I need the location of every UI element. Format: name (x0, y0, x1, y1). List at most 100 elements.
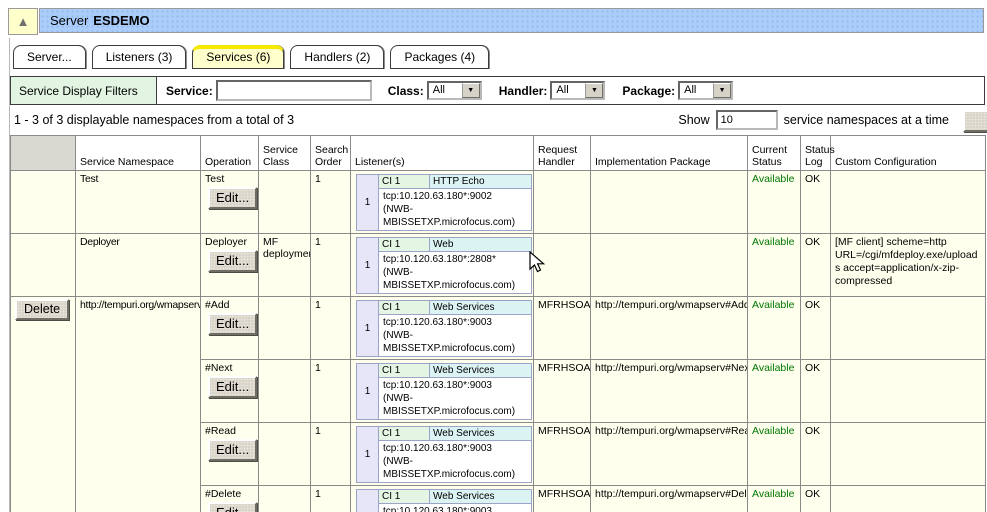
apply-show-button[interactable] (963, 110, 987, 132)
package-label: Package: (622, 84, 675, 98)
delete-namespace-button[interactable]: Delete (15, 299, 69, 320)
class-select[interactable]: All ▼ (427, 81, 482, 100)
implementation-package-cell: http://tempuri.org/wmapserv#Next (591, 360, 748, 423)
service-class-cell: MF deployment (259, 234, 311, 297)
listener-name: Web Services (430, 364, 532, 378)
status-log-cell: OK (801, 234, 831, 297)
tab-handlers[interactable]: Handlers (2) (290, 45, 384, 69)
edit-operation-button[interactable]: Edit... (208, 502, 257, 512)
services-table-wrap: Service Namespace Operation Service Clas… (10, 135, 986, 512)
listener-conversation: CI 1 (379, 301, 430, 315)
listener-conversation: CI 1 (379, 238, 430, 252)
custom-configuration-cell: [MF client] scheme=http URL=/cgi/mfdeplo… (831, 234, 986, 297)
listener-cell: 1 CI 1 Web tcp:10.120.63.180*:2808* (NWB… (351, 234, 534, 297)
listener-index: 1 (357, 427, 379, 483)
listener-address: tcp:10.120.63.180*:9002 (NWB-MBISSETXP.m… (379, 189, 532, 231)
column-header-current-status: Current Status (748, 136, 801, 171)
operation-label: Test (205, 173, 254, 185)
edit-operation-button[interactable]: Edit... (208, 376, 257, 398)
request-handler-cell: MFRHSOAP (534, 423, 591, 486)
services-page: ▲ Server ESDEMO Server... Listeners (3) … (0, 0, 987, 512)
listener-cell: 1 CI 1 Web Services tcp:10.120.63.180*:9… (351, 297, 534, 360)
edit-operation-button[interactable]: Edit... (208, 187, 257, 209)
service-class-cell (259, 423, 311, 486)
namespace-cell: http://tempuri.org/wmapserv (76, 297, 201, 512)
listener-host: (NWB-MBISSETXP.microfocus.com) (383, 266, 527, 292)
namespace-cell: Test (76, 171, 201, 234)
show-group: Show service namespaces at a time (678, 110, 959, 130)
tab-server[interactable]: Server... (13, 45, 86, 69)
action-cell (11, 234, 76, 297)
listener-cell: 1 CI 1 HTTP Echo tcp:10.120.63.180*:9002… (351, 171, 534, 234)
package-select[interactable]: All ▼ (678, 81, 733, 100)
column-header-status-log: Status Log (801, 136, 831, 171)
custom-configuration-cell (831, 297, 986, 360)
listener-endpoint: tcp:10.120.63.180*:9003 (383, 442, 527, 455)
listener-cell: 1 CI 1 Web Services tcp:10.120.63.180*:9… (351, 486, 534, 512)
show-count-input[interactable] (716, 110, 778, 130)
listener-index: 1 (357, 301, 379, 357)
results-summary: 1 - 3 of 3 displayable namespaces from a… (14, 113, 294, 127)
search-order-cell: 1 (311, 234, 351, 297)
tab-bar: Server... Listeners (3) Services (6) Han… (13, 45, 489, 69)
class-select-value: All (429, 83, 462, 98)
column-header-operation: Operation (201, 136, 259, 171)
implementation-package-cell (591, 234, 748, 297)
dropdown-arrow-icon: ▼ (462, 83, 480, 98)
custom-configuration-cell (831, 171, 986, 234)
column-header-request-handler: Request Handler (534, 136, 591, 171)
search-order-cell: 1 (311, 360, 351, 423)
tab-services[interactable]: Services (6) (192, 45, 284, 69)
listener-cell: 1 CI 1 Web Services tcp:10.120.63.180*:9… (351, 360, 534, 423)
handler-label: Handler: (499, 84, 548, 98)
operation-cell: #Delete Edit... (201, 486, 259, 512)
search-order-cell: 1 (311, 297, 351, 360)
listener-host: (NWB-MBISSETXP.microfocus.com) (383, 392, 527, 418)
listener-address: tcp:10.120.63.180*:9003 (NWB-MBISSETXP.m… (379, 504, 532, 512)
operation-label: #Add (205, 299, 254, 311)
operation-label: Deployer (205, 236, 254, 248)
server-title-prefix: Server (50, 13, 88, 28)
service-class-cell (259, 297, 311, 360)
column-header-custom-configuration: Custom Configuration (831, 136, 986, 171)
listener-conversation: CI 1 (379, 427, 430, 441)
service-filter-input[interactable] (216, 80, 372, 101)
listener-summary: 1 CI 1 Web Services tcp:10.120.63.180*:9… (356, 426, 532, 483)
listener-summary: 1 CI 1 Web Services tcp:10.120.63.180*:9… (356, 300, 532, 357)
listener-conversation: CI 1 (379, 175, 430, 189)
listener-name: HTTP Echo (430, 175, 532, 189)
operation-cell: #Next Edit... (201, 360, 259, 423)
edit-operation-button[interactable]: Edit... (208, 439, 257, 461)
listener-endpoint: tcp:10.120.63.180*:2808* (383, 253, 527, 266)
listener-index: 1 (357, 364, 379, 420)
namespace-cell: Deployer (76, 234, 201, 297)
implementation-package-cell: http://tempuri.org/wmapserv#Read (591, 423, 748, 486)
listener-host: (NWB-MBISSETXP.microfocus.com) (383, 455, 527, 481)
column-header-actions (11, 136, 76, 171)
implementation-package-cell: http://tempuri.org/wmapserv#Add (591, 297, 748, 360)
operation-label: #Next (205, 362, 254, 374)
search-order-cell: 1 (311, 171, 351, 234)
edit-operation-button[interactable]: Edit... (208, 250, 257, 272)
tab-listeners[interactable]: Listeners (3) (92, 45, 187, 69)
listener-summary: 1 CI 1 Web Services tcp:10.120.63.180*:9… (356, 489, 532, 512)
column-header-service-class: Service Class (259, 136, 311, 171)
implementation-package-cell (591, 171, 748, 234)
request-handler-cell: MFRHSOAP (534, 486, 591, 512)
current-status-cell: Available (748, 297, 801, 360)
request-handler-cell (534, 171, 591, 234)
column-header-listeners: Listener(s) (351, 136, 534, 171)
service-label: Service: (166, 84, 213, 98)
listener-name: Web Services (430, 427, 532, 441)
handler-select-value: All (552, 83, 585, 98)
current-status-cell: Available (748, 423, 801, 486)
tab-packages[interactable]: Packages (4) (390, 45, 489, 69)
listener-address: tcp:10.120.63.180*:9003 (NWB-MBISSETXP.m… (379, 441, 532, 483)
edit-operation-button[interactable]: Edit... (208, 313, 257, 335)
listener-endpoint: tcp:10.120.63.180*:9002 (383, 190, 527, 203)
collapse-toggle[interactable]: ▲ (8, 8, 38, 35)
listener-endpoint: tcp:10.120.63.180*:9003 (383, 505, 527, 512)
column-header-search-order: Search Order (311, 136, 351, 171)
handler-select[interactable]: All ▼ (550, 81, 605, 100)
show-suffix: service namespaces at a time (784, 113, 949, 127)
